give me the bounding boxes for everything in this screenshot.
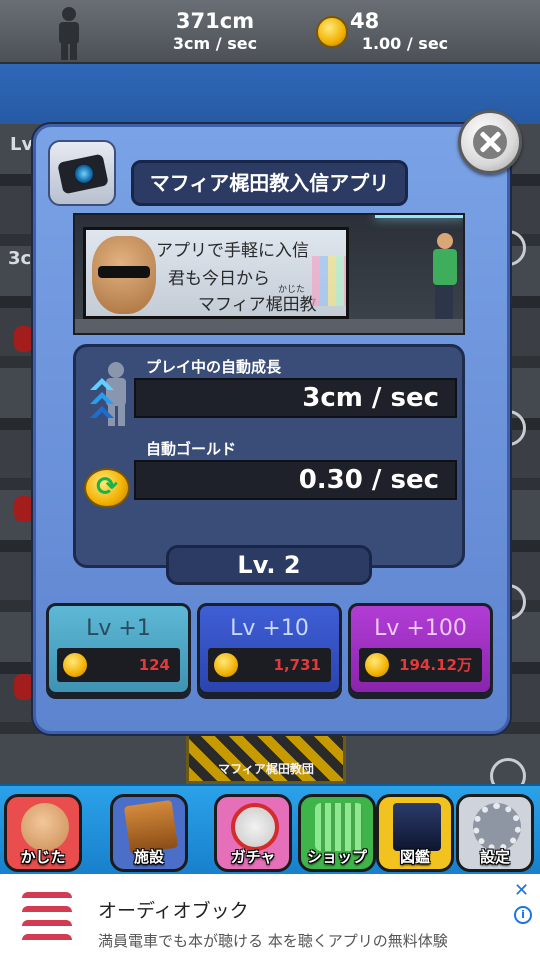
nav-kajita-label: かじた — [20, 848, 66, 866]
ad-description: 満員電車でも本が聴ける 本を聴くアプリの無料体験 — [98, 932, 448, 950]
phone-user-figure — [431, 233, 457, 325]
gold-rate: 1.00 / sec — [361, 34, 449, 53]
nav-gacha[interactable]: ガチャ — [214, 794, 292, 872]
nav-settings[interactable]: 設定 — [456, 794, 534, 872]
nav-settings-label: 設定 — [479, 848, 510, 866]
nav-facility-label: 施設 — [133, 848, 164, 866]
gold-cycle-icon — [84, 468, 130, 508]
sidewalk — [75, 319, 463, 333]
banner-line-1: アプリで手軽に入信 — [156, 241, 309, 261]
background-red-button — [14, 326, 34, 352]
nav-shop-label: ショップ — [306, 848, 367, 866]
auto-growth-value: 3cm / sec — [134, 378, 457, 418]
kajita-face-icon — [21, 803, 69, 851]
gold-coin-icon — [365, 653, 389, 677]
gear-icon — [473, 803, 521, 851]
gold-stat: 48 1.00 / sec — [350, 8, 460, 54]
background-sign: マフィア梶田教団 — [186, 728, 346, 784]
item-banner-image: アプリで手軽に入信 君も今日から かじた マフィア梶田教 — [73, 213, 465, 335]
background-red-button — [14, 496, 34, 522]
gacha-icon — [231, 803, 279, 851]
level-up-100-button[interactable]: Lv +100 194.12万 — [348, 603, 493, 695]
level-up-10-button[interactable]: Lv +10 1,731 — [197, 603, 342, 695]
neon-light — [375, 215, 463, 218]
shop-basket-icon — [315, 803, 363, 851]
ad-banner[interactable]: オーディオブック 満員電車でも本が聴ける 本を聴くアプリの無料体験 ✕ i — [0, 874, 540, 960]
nav-shop[interactable]: ショップ — [298, 794, 376, 872]
gold-coin-icon — [214, 653, 238, 677]
status-bar: 371cm 3cm / sec 48 1.00 / sec — [0, 0, 540, 64]
auto-gold-value: 0.30 / sec — [134, 460, 457, 500]
nav-encyclopedia[interactable]: 図鑑 — [376, 794, 454, 872]
audiobook-logo-icon — [22, 892, 72, 942]
gold-coin-icon — [316, 16, 348, 48]
auto-gold-label: 自動ゴールド — [146, 440, 237, 458]
level-up-100-label: Lv +100 — [374, 616, 467, 641]
height-rate: 3cm / sec — [172, 34, 258, 53]
level-up-10-label: Lv +10 — [230, 616, 309, 641]
level-up-1-label: Lv +1 — [86, 616, 151, 641]
growth-arrows-icon — [90, 362, 126, 426]
nav-encyclopedia-label: 図鑑 — [399, 848, 430, 866]
banner-line-2: 君も今日から — [168, 269, 270, 289]
bottom-navigation: かじた 施設 ガチャ ショップ 図鑑 設定 — [0, 784, 540, 874]
camera-app-icon — [48, 140, 116, 206]
dialog-title: マフィア梶田教入信アプリ — [131, 160, 408, 206]
height-stat: 371cm 3cm / sec — [150, 8, 280, 54]
level-up-1-button[interactable]: Lv +1 124 — [46, 603, 191, 695]
sky-band — [0, 64, 540, 124]
nav-gacha-label: ガチャ — [230, 848, 276, 866]
sunglasses — [98, 266, 150, 278]
gold-total: 48 — [350, 9, 380, 33]
background-height-tag: 3c — [8, 248, 32, 269]
billboard: アプリで手軽に入信 君も今日から かじた マフィア梶田教 — [83, 227, 349, 319]
banner-line-3: マフィア梶田教 — [198, 295, 317, 315]
close-button[interactable] — [458, 110, 522, 174]
camera-icon — [57, 153, 109, 195]
auto-growth-label: プレイ中の自動成長 — [146, 358, 282, 376]
gold-coin-icon — [63, 653, 87, 677]
height-total: 371cm — [175, 9, 255, 33]
close-icon — [473, 125, 507, 159]
ad-close-icon[interactable]: ✕ — [514, 880, 529, 901]
nav-facility[interactable]: 施設 — [110, 794, 188, 872]
sign-text: マフィア梶田教団 — [218, 762, 314, 776]
level-indicator: Lv. 2 — [166, 545, 372, 585]
nav-kajita[interactable]: かじた — [4, 794, 82, 872]
encyclopedia-icon — [393, 803, 441, 851]
mosaic-blur — [312, 256, 346, 306]
ad-title: オーディオブック — [98, 900, 249, 922]
background-red-button — [14, 674, 34, 700]
background-lv-tag: Lv — [10, 134, 34, 155]
ad-info-icon[interactable]: i — [514, 906, 532, 924]
player-silhouette-icon — [59, 7, 79, 60]
